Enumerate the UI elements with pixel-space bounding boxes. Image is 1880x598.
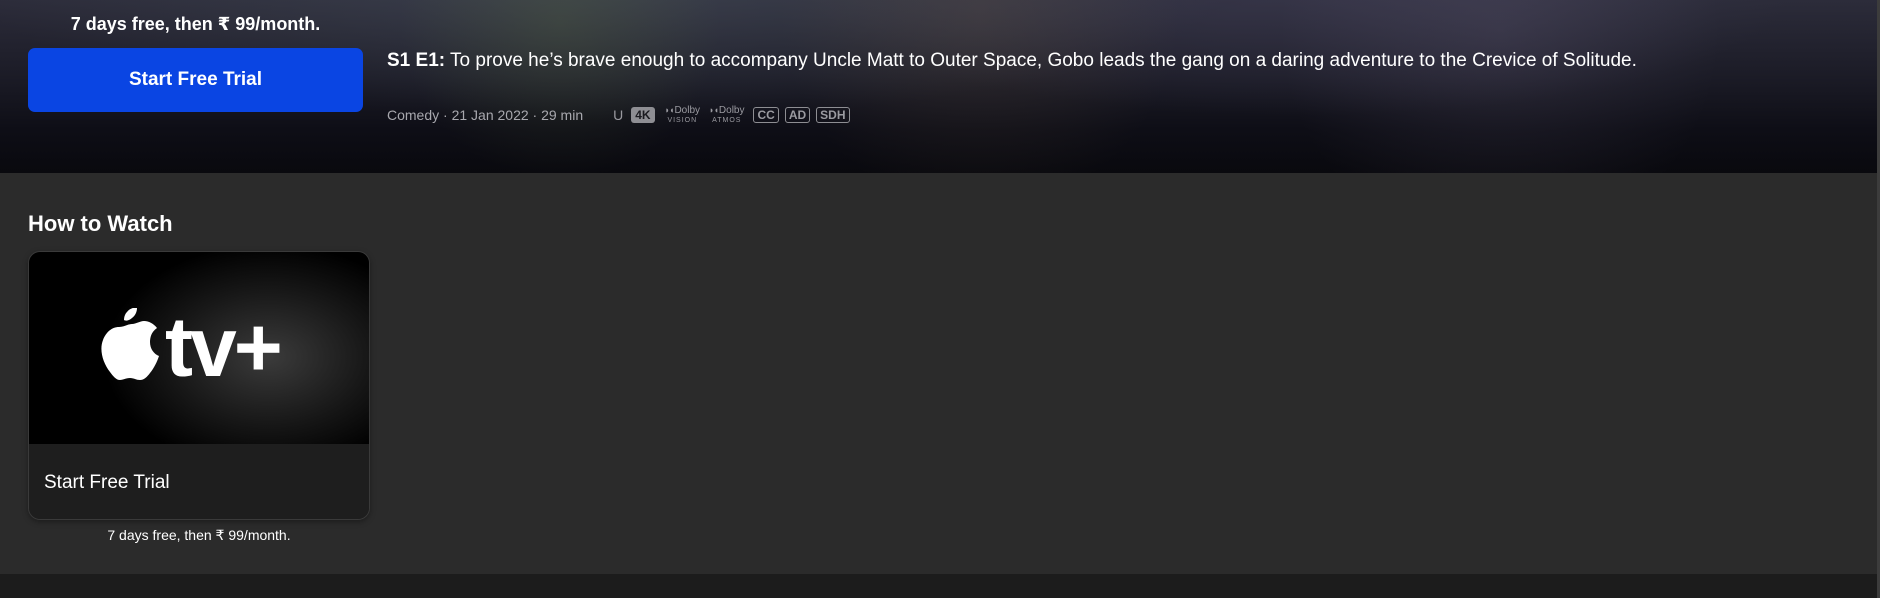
apple-tv-plus-logo: tv+ [29, 252, 369, 444]
apple-tv-plus-channel-card[interactable]: tv+ Start Free Trial [28, 251, 370, 520]
apple-logo-icon: tv+ [101, 308, 283, 388]
start-free-trial-button[interactable]: Start Free Trial [28, 48, 363, 112]
dolby-vision-sub: VISION [667, 116, 698, 124]
dolby-atmos-icon: ◗◖ Dolby ATMOS [709, 104, 745, 124]
meta-text: Comedy · 21 Jan 2022 · 29 min [387, 107, 584, 123]
episode-description: S1 E1: To prove he’s brave enough to acc… [387, 50, 1637, 72]
channel-action-label: Start Free Trial [29, 444, 369, 519]
offer-text: 7 days free, then ₹ 99/month. [70, 14, 321, 34]
cc-badge: CC [753, 107, 779, 123]
rating-badge: U [613, 107, 624, 123]
tv-plus-wordmark: tv+ [165, 308, 280, 388]
episode-meta: Comedy · 21 Jan 2022 · 29 min U 4K ◗◖ Dol… [387, 105, 856, 125]
4k-badge: 4K [631, 107, 655, 123]
episode-tag: S1 E1: [387, 50, 446, 71]
footer-band [0, 574, 1877, 598]
dolby-atmos-sub: ATMOS [712, 116, 742, 124]
hero-banner: 7 days free, then ₹ 99/month. Start Free… [0, 0, 1877, 173]
dolby-vision-label: Dolby [674, 104, 701, 116]
episode-synopsis: To prove he’s brave enough to accompany … [450, 50, 1637, 71]
sdh-badge: SDH [816, 107, 850, 123]
dolby-vision-icon: ◗◖ Dolby VISION [664, 104, 701, 124]
how-to-watch-title: How to Watch [28, 211, 173, 236]
dolby-atmos-label: Dolby [718, 104, 745, 116]
channel-price-caption: 7 days free, then ₹ 99/month. [107, 527, 291, 543]
ad-badge: AD [784, 107, 811, 123]
